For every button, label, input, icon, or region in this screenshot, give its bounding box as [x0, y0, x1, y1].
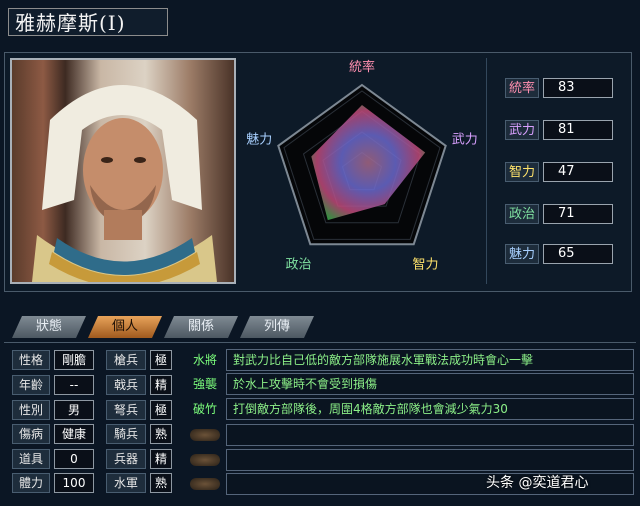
stat-label-zhengzhi: 政治: [505, 204, 539, 224]
skill-slot-empty-icon: [190, 429, 220, 441]
skill-desc-empty: [226, 424, 634, 446]
personal-value-item: 0: [54, 449, 94, 469]
personal-value-age: --: [54, 375, 94, 395]
radar-label-tongshuai: 統率: [349, 59, 375, 75]
stat-value-zhili: 47: [543, 162, 613, 182]
attribute-radar-chart: 統率 武力 智力 政治 魅力: [244, 58, 480, 284]
stat-label-wuli: 武力: [505, 120, 539, 140]
personal-value-gender: 男: [54, 400, 94, 420]
skill-desc-shuijiang: 對武力比自己低的敵方部隊施展水軍戰法成功時會心一擊: [226, 349, 634, 371]
radar-label-meili: 魅力: [246, 133, 272, 148]
stat-label-meili: 魅力: [505, 244, 539, 264]
portrait-image: [32, 85, 217, 282]
skill-desc-empty: [226, 449, 634, 471]
personal-value-personality: 剛膽: [54, 350, 94, 370]
aptitude-label-cavalry: 騎兵: [106, 424, 146, 444]
personal-value-injury: 健康: [54, 424, 94, 444]
radar-label-zhengzhi: 政治: [286, 257, 312, 272]
skill-name-pozhu[interactable]: 破竹: [186, 398, 224, 420]
skill-slot-empty-icon: [190, 454, 220, 466]
personal-label-gender: 性別: [12, 400, 50, 420]
tab-personal[interactable]: 個人: [88, 316, 162, 338]
personal-label-stamina: 體力: [12, 473, 50, 493]
skill-name-shuijiang[interactable]: 水將: [186, 349, 224, 371]
skill-desc-pozhu: 打倒敵方部隊後，周圍4格敵方部隊也會減少氣力30: [226, 398, 634, 420]
personal-label-injury: 傷病: [12, 424, 50, 444]
personal-value-stamina: 100: [54, 473, 94, 493]
aptitude-label-siege: 兵器: [106, 449, 146, 469]
aptitude-value-siege: 精: [150, 449, 172, 469]
stat-value-wuli: 81: [543, 120, 613, 140]
general-portrait: [10, 58, 236, 284]
skill-name-qiangxi[interactable]: 強襲: [186, 373, 224, 395]
aptitude-value-navy: 熟: [150, 473, 172, 493]
personal-label-item: 道具: [12, 449, 50, 469]
aptitude-value-spear: 極: [150, 350, 172, 370]
stat-value-zhengzhi: 71: [543, 204, 613, 224]
tab-status[interactable]: 狀態: [12, 316, 86, 338]
watermark-text: 头条 @奕道君心: [486, 475, 589, 491]
attribute-stats-list: 統率 83 武力 81 智力 47 政治 71 魅力 65: [486, 58, 629, 284]
personal-label-age: 年齡: [12, 375, 50, 395]
aptitude-label-crossbow: 弩兵: [106, 400, 146, 420]
aptitude-label-halberd: 戟兵: [106, 375, 146, 395]
aptitude-value-halberd: 精: [150, 375, 172, 395]
aptitude-value-cavalry: 熟: [150, 424, 172, 444]
stat-value-tongshuai: 83: [543, 78, 613, 98]
radar-label-wuli: 武力: [452, 133, 478, 148]
skill-slot-empty-icon: [190, 478, 220, 490]
radar-svg: 統率 武力 智力 政治 魅力: [246, 59, 478, 272]
aptitude-label-navy: 水軍: [106, 473, 146, 493]
radar-label-zhili: 智力: [412, 257, 438, 272]
tab-relations[interactable]: 關係: [164, 316, 238, 338]
stat-label-zhili: 智力: [505, 162, 539, 182]
stat-label-tongshuai: 統率: [505, 78, 539, 98]
skill-desc-qiangxi: 於水上攻擊時不會受到損傷: [226, 373, 634, 395]
aptitude-label-spear: 槍兵: [106, 350, 146, 370]
personal-label-personality: 性格: [12, 350, 50, 370]
stat-value-meili: 65: [543, 244, 613, 264]
tab-biography[interactable]: 列傳: [240, 316, 314, 338]
general-name-title: 雅赫摩斯(Ⅰ): [8, 8, 168, 36]
aptitude-value-crossbow: 極: [150, 400, 172, 420]
